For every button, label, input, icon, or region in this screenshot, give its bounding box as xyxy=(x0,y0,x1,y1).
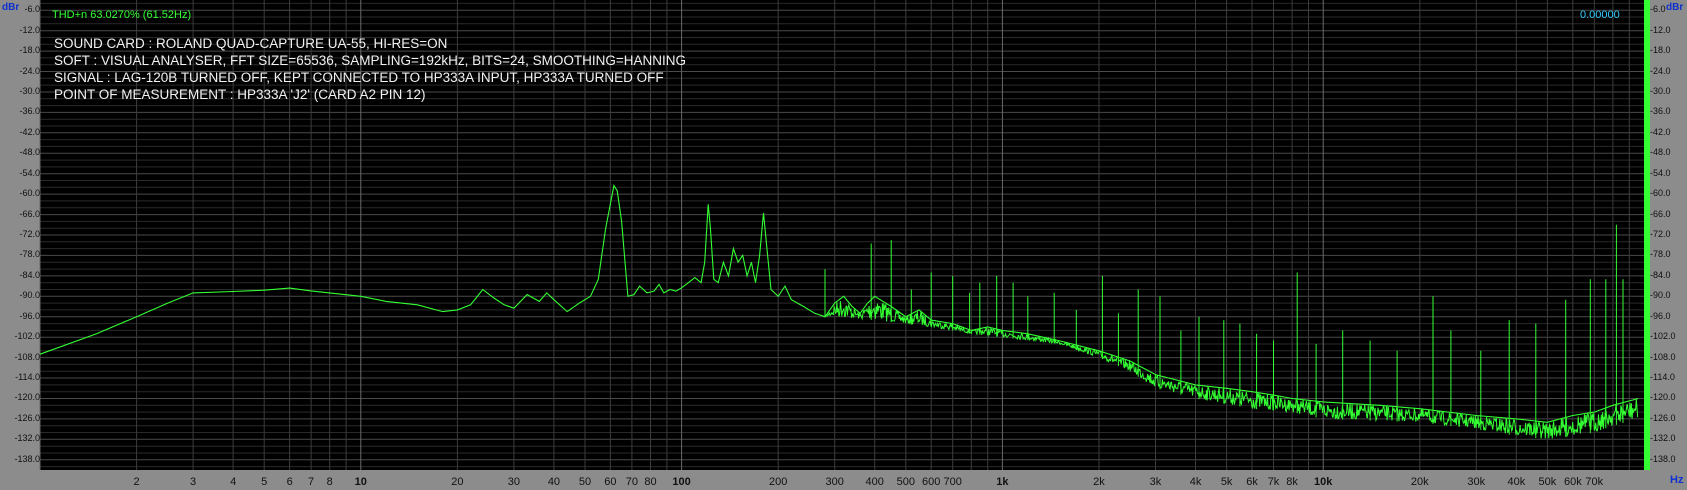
y-tick-label-left: -96.0 xyxy=(19,310,40,321)
x-tick-label: 1k xyxy=(996,476,1009,488)
x-tick-label: 60 xyxy=(604,476,617,488)
x-tick-label: 40 xyxy=(547,476,561,488)
x-tick-label: 100 xyxy=(672,476,691,488)
thd-readout: THD+n 63.0270% (61.52Hz) xyxy=(52,9,192,21)
x-tick-label: 200 xyxy=(768,476,788,488)
y-tick-label-right: -42.0 xyxy=(1650,126,1671,137)
y-tick-label-left: -48.0 xyxy=(19,147,40,158)
y-tick-label-right: -60.0 xyxy=(1650,188,1671,199)
y-tick-label-right: -54.0 xyxy=(1650,167,1671,178)
y-tick-label-left: -18.0 xyxy=(19,45,40,56)
annotation-software: SOFT : VISUAL ANALYSER, FFT SIZE=65536, … xyxy=(54,53,686,68)
y-tick-label-right: -90.0 xyxy=(1650,290,1671,301)
x-tick-label: 7 xyxy=(308,476,315,488)
x-tick-label: 30k xyxy=(1467,476,1486,488)
x-tick-label: 10 xyxy=(354,476,367,488)
y-tick-label-right: -24.0 xyxy=(1650,65,1671,76)
y-tick-label-left: -30.0 xyxy=(19,85,40,96)
y-tick-label-left: -72.0 xyxy=(19,229,40,239)
x-tick-label: 3 xyxy=(189,476,197,488)
y-tick-label-left: -108.0 xyxy=(14,351,40,362)
x-tick-label: 600 xyxy=(922,476,941,488)
y-tick-label-right: -126.0 xyxy=(1650,412,1676,423)
annotation-signal: SIGNAL : LAG-120B TURNED OFF, KEPT CONNE… xyxy=(54,70,664,85)
y-tick-label-right: -66.0 xyxy=(1650,208,1671,219)
x-unit-label: Hz xyxy=(1670,474,1684,486)
y-tick-label-right: -18.0 xyxy=(1650,45,1671,56)
y-tick-label-left: -24.0 xyxy=(19,65,40,76)
x-tick-label: 70 xyxy=(625,476,639,488)
y-tick-label-left: -78.0 xyxy=(19,249,40,260)
y-tick-label-right: -48.0 xyxy=(1650,147,1671,158)
y-tick-label-left: -12.0 xyxy=(19,24,40,35)
y-tick-label-left: -120.0 xyxy=(14,392,40,403)
x-tick-label: 80 xyxy=(644,476,657,488)
y-tick-label-right: -30.0 xyxy=(1650,85,1671,96)
y-tick-label-left: -36.0 xyxy=(19,106,40,117)
y-tick-label-left: -6.0 xyxy=(24,4,40,15)
x-tick-label: 6k xyxy=(1246,476,1258,488)
x-tick-label: 20k xyxy=(1410,476,1429,488)
x-tick-label: 3k xyxy=(1149,476,1162,488)
y-tick-label-left: -102.0 xyxy=(14,331,40,342)
x-tick-label: 700 xyxy=(943,476,962,488)
y-tick-label-left: -42.0 xyxy=(19,126,40,137)
y-tick-label-right: -96.0 xyxy=(1650,310,1671,321)
x-tick-label: 2k xyxy=(1093,476,1105,488)
y-tick-label-right: -102.0 xyxy=(1650,331,1676,342)
x-tick-label: 4 xyxy=(230,476,237,488)
x-tick-label: 5 xyxy=(261,476,268,488)
value-readout: 0.00000 xyxy=(1580,9,1620,21)
x-tick-label: 2 xyxy=(133,476,140,488)
y-tick-label-left: -66.0 xyxy=(19,208,40,219)
y-tick-label-right: -6.0 xyxy=(1650,4,1666,15)
annotation-sound-card: SOUND CARD : ROLAND QUAD-CAPTURE UA-55, … xyxy=(54,36,448,51)
y-tick-label-right: -84.0 xyxy=(1650,269,1671,280)
y-tick-label-right: -72.0 xyxy=(1650,229,1671,239)
y-tick-label-left: -84.0 xyxy=(19,269,40,280)
y-tick-label-right: -78.0 xyxy=(1650,249,1671,260)
y-tick-label-right: -12.0 xyxy=(1650,24,1671,35)
x-tick-label: 20 xyxy=(451,476,464,488)
x-tick-label: 10k xyxy=(1314,476,1333,488)
x-tick-label: 50k xyxy=(1538,476,1557,488)
y-tick-label-left: -126.0 xyxy=(14,412,40,423)
y-tick-label-left: -132.0 xyxy=(14,433,40,444)
y-tick-label-left: -54.0 xyxy=(19,167,40,178)
y-tick-label-right: -108.0 xyxy=(1650,351,1676,362)
y-tick-label-left: -90.0 xyxy=(19,290,40,301)
y-tick-label-left: -60.0 xyxy=(19,188,40,199)
y-tick-label-left: -114.0 xyxy=(15,372,40,383)
x-tick-label: 500 xyxy=(896,476,916,488)
x-tick-label: 7k xyxy=(1267,476,1280,488)
y-tick-label-right: -36.0 xyxy=(1650,106,1671,117)
x-tick-label: 300 xyxy=(825,476,844,488)
x-tick-label: 4k xyxy=(1189,476,1202,488)
x-tick-label: 8k xyxy=(1286,476,1298,488)
annotation-measurement-point: POINT OF MEASUREMENT : HP333A 'J2' (CARD… xyxy=(54,87,426,102)
x-tick-label: 60k xyxy=(1563,476,1582,488)
x-tick-label: 50 xyxy=(578,476,592,488)
x-tick-label: 8 xyxy=(326,476,333,488)
y-tick-label-right: -138.0 xyxy=(1650,453,1676,464)
y-tick-label-right: -114.0 xyxy=(1650,372,1675,383)
x-tick-label: 5k xyxy=(1220,476,1233,488)
x-tick-label: 70k xyxy=(1585,476,1604,488)
y-tick-label-left: -138.0 xyxy=(14,453,40,464)
x-tick-label: 40k xyxy=(1507,476,1526,488)
y-tick-label-right: -120.0 xyxy=(1650,392,1676,403)
x-tick-label: 30 xyxy=(507,476,520,488)
x-tick-label: 400 xyxy=(865,476,884,488)
y-tick-label-right: -132.0 xyxy=(1650,433,1676,444)
x-tick-label: 6 xyxy=(286,476,293,488)
